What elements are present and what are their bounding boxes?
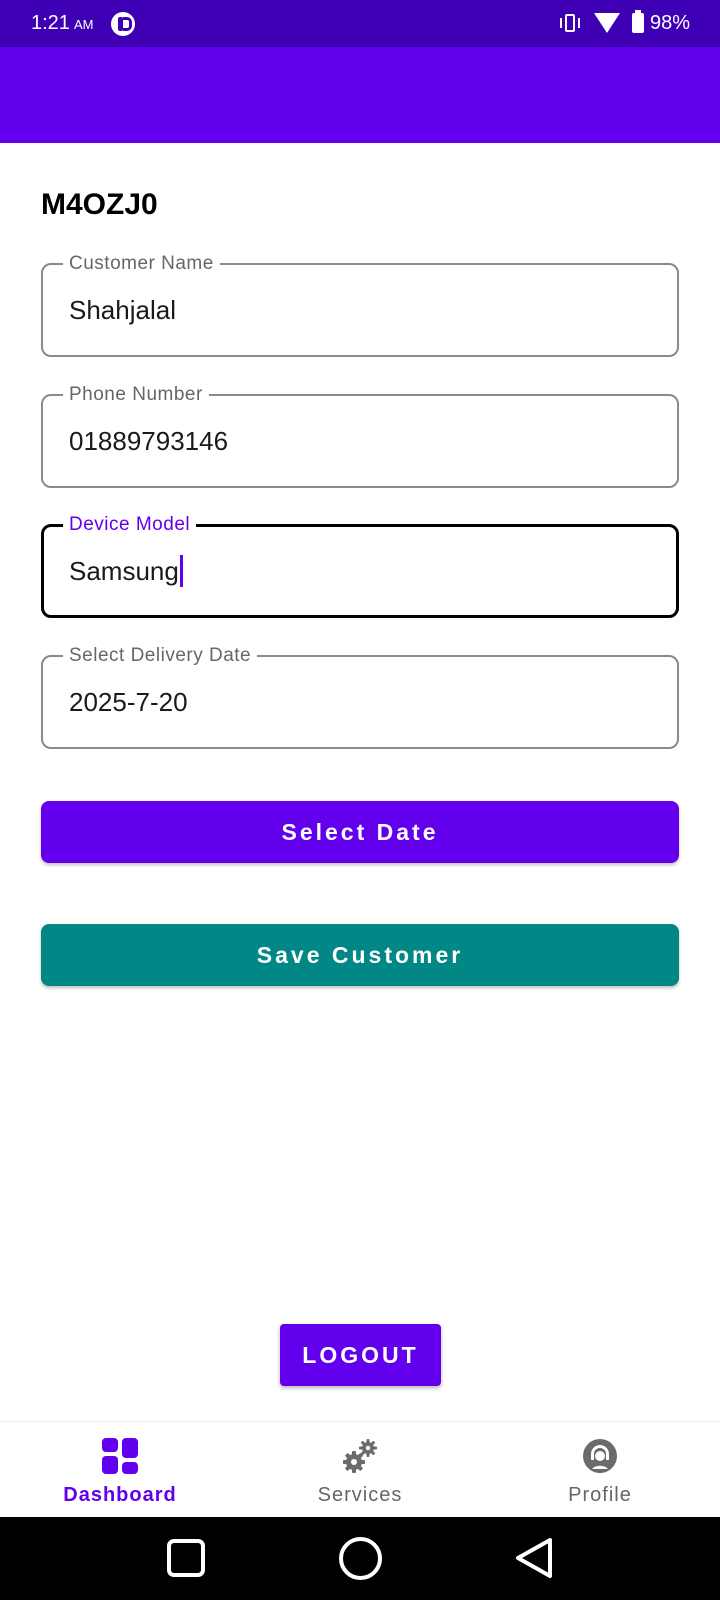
back-button[interactable] bbox=[514, 1537, 554, 1579]
wifi-icon bbox=[593, 13, 620, 33]
delivery-date-field[interactable]: Select Delivery Date 2025-7-20 bbox=[41, 644, 679, 749]
save-customer-button[interactable]: Save Customer bbox=[41, 924, 679, 986]
battery-icon bbox=[631, 10, 644, 33]
customer-id: M4OZJ0 bbox=[41, 188, 158, 221]
nav-item-services[interactable]: Services bbox=[240, 1422, 480, 1518]
nav-label-services: Services bbox=[317, 1484, 403, 1506]
status-icons: 98% bbox=[558, 10, 690, 36]
recents-button[interactable] bbox=[167, 1539, 205, 1577]
battery-percent: 98% bbox=[649, 11, 690, 34]
bottom-navigation: Dashboard Services Profile bbox=[0, 1421, 720, 1517]
nav-label-dashboard: Dashboard bbox=[63, 1484, 177, 1506]
phone-number-label: Phone Number bbox=[63, 383, 209, 407]
phone-number-value: 01889793146 bbox=[69, 426, 229, 456]
profile-icon bbox=[583, 1439, 617, 1473]
home-button[interactable] bbox=[339, 1537, 382, 1580]
phone-number-field[interactable]: Phone Number 01889793146 bbox=[41, 383, 679, 488]
nav-label-profile: Profile bbox=[568, 1484, 632, 1506]
text-caret bbox=[179, 555, 183, 588]
logout-button[interactable]: LOGOUT bbox=[280, 1324, 441, 1386]
customer-name-field[interactable]: Customer Name Shahjalal bbox=[41, 252, 679, 357]
screen: 1:21 AM 98% M4OZJ0 Customer Name Shahjala… bbox=[0, 0, 720, 1600]
status-time-value: 1:21 bbox=[31, 12, 70, 34]
device-model-value-wrap: Samsung bbox=[69, 554, 183, 588]
select-date-button[interactable]: Select Date bbox=[41, 801, 679, 863]
status-time: 1:21 AM bbox=[31, 12, 93, 35]
dashboard-icon bbox=[102, 1438, 138, 1474]
app-bar bbox=[0, 47, 720, 143]
device-model-value: Samsung bbox=[69, 556, 179, 586]
device-model-label: Device Model bbox=[63, 513, 197, 537]
status-bar: 1:21 AM 98% bbox=[0, 0, 720, 47]
nav-item-profile[interactable]: Profile bbox=[480, 1422, 720, 1518]
delivery-date-label: Select Delivery Date bbox=[63, 644, 258, 668]
gears-icon bbox=[343, 1439, 377, 1473]
notification-app-icon bbox=[111, 12, 135, 36]
nav-item-dashboard[interactable]: Dashboard bbox=[0, 1422, 240, 1518]
device-model-field[interactable]: Device Model Samsung bbox=[41, 513, 679, 618]
delivery-date-value: 2025-7-20 bbox=[69, 687, 188, 717]
system-navigation-bar bbox=[0, 1517, 720, 1600]
customer-name-value: Shahjalal bbox=[69, 295, 176, 325]
customer-name-label: Customer Name bbox=[63, 252, 220, 276]
vibrate-icon bbox=[558, 12, 582, 34]
status-ampm: AM bbox=[73, 17, 94, 32]
